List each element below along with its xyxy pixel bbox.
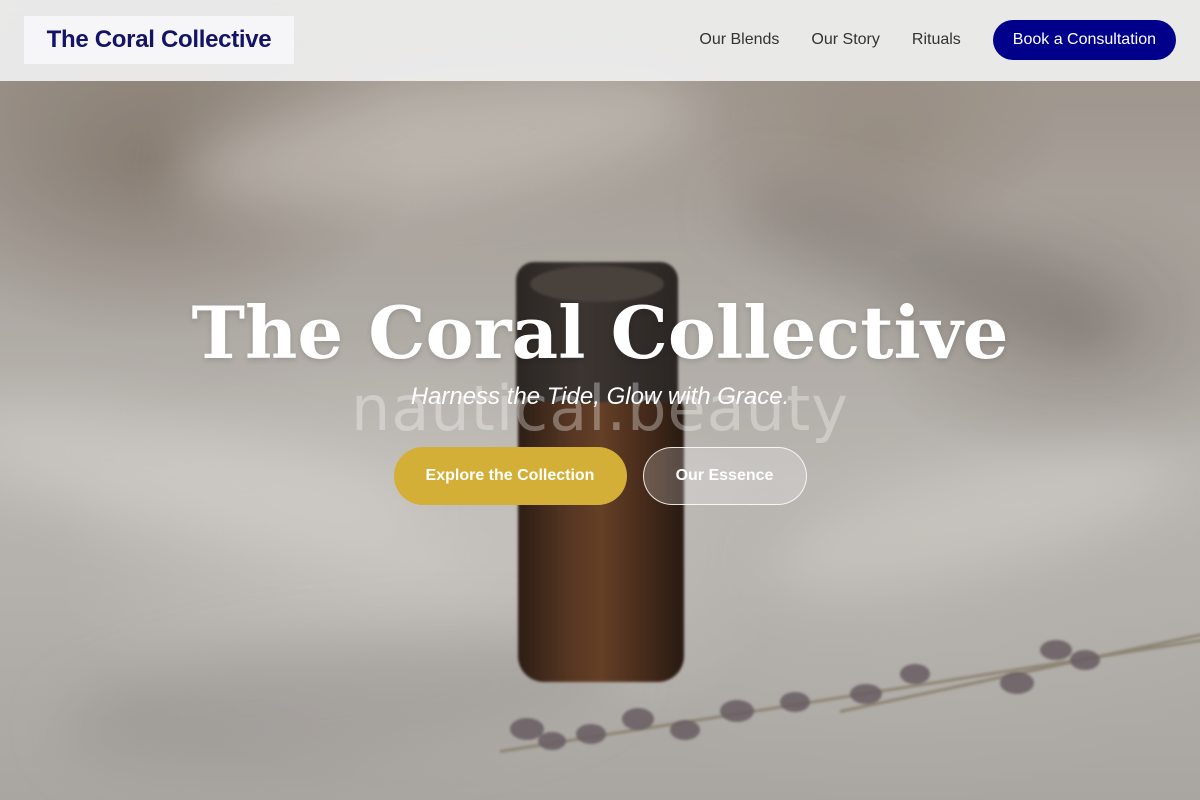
nav-link-rituals[interactable]: Rituals	[912, 31, 961, 49]
hero-subtitle: Harness the Tide, Glow with Grace.	[410, 383, 790, 410]
hero-title: The Coral Collective	[191, 290, 1009, 375]
main-nav: Our Blends Our Story Rituals Book a Cons…	[699, 20, 1176, 60]
our-essence-button[interactable]: Our Essence	[642, 447, 807, 505]
logo-text: The Coral Collective	[46, 26, 272, 53]
nav-link-our-blends[interactable]: Our Blends	[699, 31, 779, 49]
logo[interactable]: The Coral Collective	[24, 16, 294, 64]
hero-actions: Explore the Collection Our Essence	[0, 447, 1200, 505]
nav-link-our-story[interactable]: Our Story	[811, 31, 879, 49]
site-header: The Coral Collective Our Blends Our Stor…	[0, 0, 1200, 81]
book-consultation-button[interactable]: Book a Consultation	[992, 20, 1176, 60]
explore-collection-button[interactable]: Explore the Collection	[393, 447, 627, 505]
